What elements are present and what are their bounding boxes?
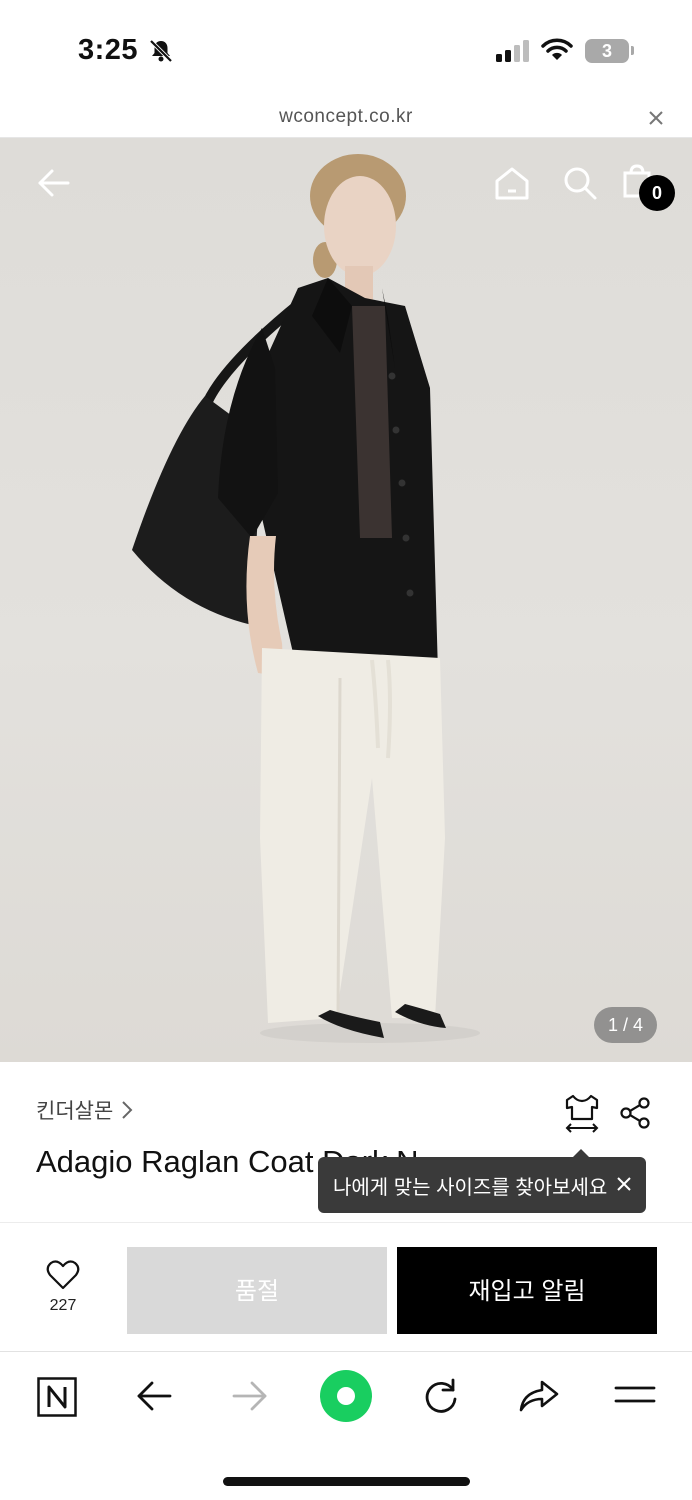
- status-time: 3:25: [78, 34, 139, 66]
- back-arrow-icon[interactable]: [136, 1379, 172, 1418]
- share-arrow-icon[interactable]: [518, 1379, 560, 1418]
- close-icon[interactable]: [616, 1176, 632, 1197]
- product-image-gallery[interactable]: 1 / 4: [0, 138, 692, 1062]
- size-tooltip: 나에게 맞는 사이즈를 찾아보세요: [318, 1157, 646, 1213]
- green-dot-icon[interactable]: [320, 1370, 372, 1427]
- naver-n-icon[interactable]: [37, 1377, 77, 1422]
- restock-alert-button[interactable]: 재입고 알림: [397, 1247, 657, 1334]
- status-bar: 3:25 3: [0, 0, 692, 100]
- brand-name[interactable]: 킨더살몬: [36, 1095, 113, 1125]
- heart-icon[interactable]: [46, 1260, 80, 1290]
- cellular-signal-icon: [496, 40, 532, 67]
- bell-slash-icon: [148, 38, 174, 69]
- tooltip-text: 나에게 맞는 사이즈를 찾아보세요: [333, 1177, 608, 1199]
- battery-tip: [631, 46, 634, 55]
- browser-url-bar[interactable]: wconcept.co.kr: [0, 100, 692, 138]
- url-text[interactable]: wconcept.co.kr: [0, 106, 692, 128]
- size-guide-icon[interactable]: [563, 1093, 601, 1138]
- product-photo: [132, 154, 480, 1043]
- forward-arrow-icon[interactable]: [232, 1379, 268, 1418]
- cart-count-badge[interactable]: 0: [639, 175, 675, 211]
- home-indicator[interactable]: [223, 1477, 470, 1486]
- brand-link[interactable]: 킨더살몬: [36, 1095, 133, 1125]
- like-button[interactable]: 227: [30, 1260, 96, 1315]
- battery-icon: 3: [585, 39, 629, 63]
- soldout-button[interactable]: 품절: [127, 1247, 387, 1334]
- wifi-icon: [541, 38, 573, 67]
- arrow-left-icon[interactable]: [36, 166, 70, 205]
- close-icon[interactable]: [646, 108, 666, 133]
- search-icon[interactable]: [562, 165, 598, 206]
- chevron-right-icon: [122, 1101, 133, 1119]
- home-icon[interactable]: [494, 165, 530, 206]
- gallery-page-indicator: 1 / 4: [594, 1007, 657, 1043]
- divider: [0, 1222, 692, 1223]
- share-icon[interactable]: [618, 1096, 652, 1135]
- menu-icon[interactable]: [614, 1384, 656, 1411]
- tooltip-arrow: [573, 1149, 589, 1157]
- like-count: 227: [49, 1297, 77, 1314]
- reload-icon[interactable]: [422, 1377, 460, 1420]
